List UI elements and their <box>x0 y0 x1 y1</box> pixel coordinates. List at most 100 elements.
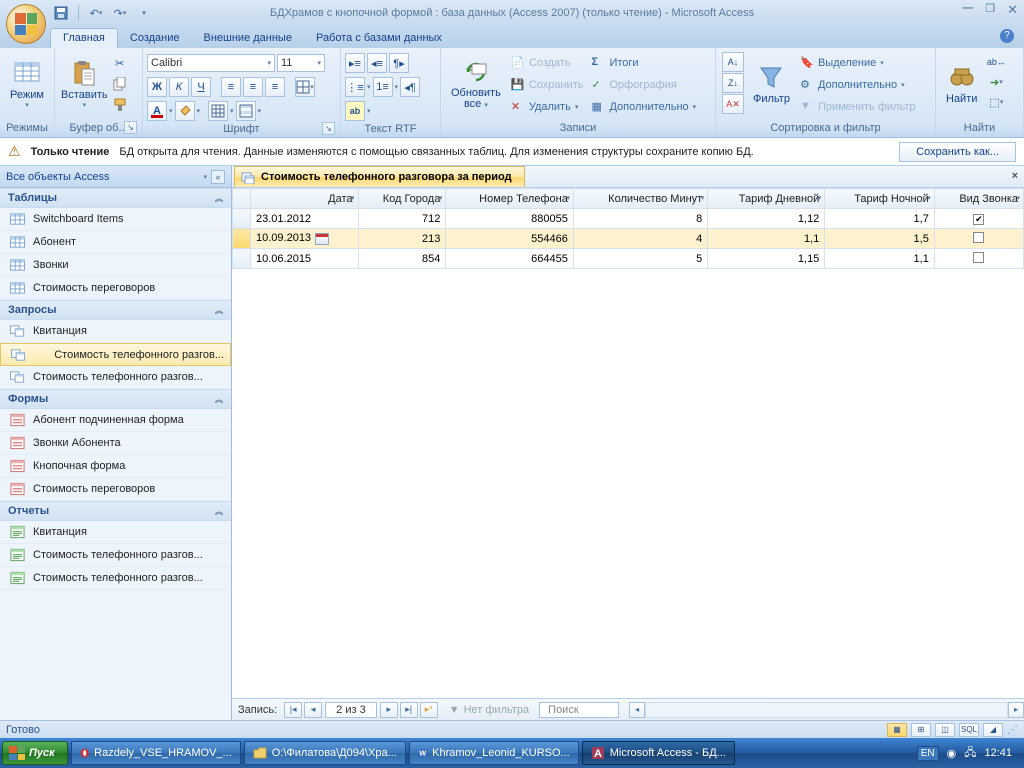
taskbar-button[interactable]: Razdely_VSE_HRAMOV_... <box>71 741 241 765</box>
nav-item[interactable]: Кнопочная форма <box>0 455 231 478</box>
nav-item[interactable]: Стоимость переговоров <box>0 277 231 300</box>
start-button[interactable]: Пуск <box>2 741 68 765</box>
select-icon[interactable]: ⬚ ▾ <box>983 92 1009 112</box>
search-box[interactable]: Поиск <box>539 702 619 718</box>
clock[interactable]: 12:41 <box>984 747 1012 759</box>
select-all-corner[interactable] <box>233 189 251 209</box>
save-icon[interactable] <box>52 4 70 22</box>
cell[interactable]: 1,1 <box>708 229 825 249</box>
cell[interactable]: 10.06.2015 <box>251 249 359 269</box>
cell[interactable]: 5 <box>573 249 707 269</box>
underline-icon[interactable]: Ч <box>191 77 211 97</box>
nav-category[interactable]: Таблицы︽ <box>0 188 231 208</box>
nav-item[interactable]: Абонент <box>0 231 231 254</box>
totals[interactable]: ΣИтоги <box>587 52 700 74</box>
chevron-down-icon[interactable]: ▾ <box>203 173 207 181</box>
nav-item[interactable]: Звонки <box>0 254 231 277</box>
altrow-icon[interactable] <box>236 101 256 121</box>
record-position[interactable]: 2 из 3 <box>325 702 377 718</box>
cell[interactable]: 1,1 <box>825 249 935 269</box>
new-record-icon[interactable]: ▸* <box>420 702 438 718</box>
undo-icon[interactable]: ↶▾ <box>87 4 105 22</box>
row-selector[interactable] <box>233 249 251 269</box>
resize-grip-icon[interactable]: ⋰ <box>1007 723 1018 736</box>
nav-category[interactable]: Формы︽ <box>0 389 231 409</box>
sort-asc-icon[interactable]: A↓ <box>722 52 744 72</box>
bold-icon[interactable]: Ж <box>147 77 167 97</box>
column-header[interactable]: Количество Минут▾ <box>573 189 707 209</box>
nav-item[interactable]: Квитанция <box>0 521 231 544</box>
italic-icon[interactable]: К <box>169 77 189 97</box>
table-row[interactable]: 10.06.201585466445551,151,1 <box>233 249 1024 269</box>
column-header[interactable]: Код Города▾ <box>358 189 446 209</box>
cell[interactable]: 1,5 <box>825 229 935 249</box>
filter-button[interactable]: Фильтр <box>747 50 796 118</box>
gridlines2-icon[interactable] <box>208 101 228 121</box>
cell[interactable]: 554466 <box>446 229 574 249</box>
new-record[interactable]: 📄Создать <box>507 52 588 74</box>
taskbar-button[interactable]: AMicrosoft Access - БД... <box>582 741 735 765</box>
checkbox[interactable]: ✔ <box>973 214 984 225</box>
sort-desc-icon[interactable]: Z↓ <box>722 73 744 93</box>
dialog-launcher-icon[interactable]: ↘ <box>124 121 137 134</box>
first-record-icon[interactable]: |◂ <box>284 702 302 718</box>
cell[interactable]: 1,15 <box>708 249 825 269</box>
ltr-icon[interactable]: ¶▸ <box>389 53 409 73</box>
filter-indicator[interactable]: ▼Нет фильтра <box>449 704 529 716</box>
language-indicator[interactable]: EN <box>917 746 939 761</box>
copy-icon[interactable] <box>110 74 130 94</box>
row-selector[interactable] <box>233 209 251 229</box>
nav-item[interactable]: Стоимость телефонного разгов... <box>0 366 231 389</box>
clear-sort-icon[interactable]: A✕ <box>722 94 744 114</box>
cell[interactable]: ✔ <box>934 209 1023 229</box>
close-tab-icon[interactable]: × <box>1012 170 1018 182</box>
tray-icon[interactable]: ◉ <box>947 747 957 760</box>
highlight-icon[interactable]: ab <box>345 101 365 121</box>
checkbox[interactable] <box>973 252 984 263</box>
cell[interactable]: 880055 <box>446 209 574 229</box>
cell[interactable]: 10.09.2013 <box>251 229 359 249</box>
advanced-filter[interactable]: ⚙Дополнительно ▾ <box>796 74 920 96</box>
checkbox[interactable] <box>973 232 984 243</box>
font-size-select[interactable]: 11▾ <box>277 54 325 72</box>
decrease-indent-icon[interactable]: ◂≡ <box>367 53 387 73</box>
cell[interactable]: 712 <box>358 209 446 229</box>
datasheet-view-btn[interactable]: ▦ <box>887 723 907 737</box>
nav-item[interactable]: Стоимость телефонного разгов... <box>0 567 231 590</box>
gridlines-icon[interactable]: ▾ <box>295 77 315 97</box>
replace-icon[interactable]: ab↔ <box>983 52 1009 72</box>
numbering-icon[interactable]: 1≡ <box>373 77 393 97</box>
nav-item[interactable]: Стоимость телефонного разгов... <box>0 343 231 366</box>
scroll-left-icon[interactable]: ◂ <box>629 702 645 718</box>
goto-icon[interactable]: ➔ ▾ <box>983 72 1009 92</box>
nav-header[interactable]: Все объекты Access ▾« <box>0 166 231 188</box>
nav-category[interactable]: Запросы︽ <box>0 300 231 320</box>
more-records[interactable]: ▦Дополнительно ▾ <box>587 96 700 118</box>
next-record-icon[interactable]: ▸ <box>380 702 398 718</box>
minimize-icon[interactable]: — <box>962 2 973 18</box>
column-header[interactable]: Тариф Дневной▾ <box>708 189 825 209</box>
qat-more-icon[interactable]: ▾ <box>135 4 153 22</box>
align-right-icon[interactable]: ≡ <box>265 77 285 97</box>
save-record[interactable]: 💾Сохранить <box>507 74 588 96</box>
table-row[interactable]: 23.01.201271288005581,121,7✔ <box>233 209 1024 229</box>
horizontal-scrollbar[interactable]: ◂ ▸ <box>629 702 1024 718</box>
office-button[interactable] <box>6 4 46 44</box>
spelling[interactable]: ✓Орфография <box>587 74 700 96</box>
bullets-icon[interactable]: ⋮≡ <box>345 77 365 97</box>
save-as-button[interactable]: Сохранить как... <box>899 142 1016 162</box>
nav-item[interactable]: Звонки Абонента <box>0 432 231 455</box>
cell[interactable]: 213 <box>358 229 446 249</box>
datepicker-icon[interactable] <box>315 233 329 245</box>
column-header[interactable]: Тариф Ночной▾ <box>825 189 935 209</box>
sql-view-btn[interactable]: SQL <box>959 723 979 737</box>
cell[interactable]: 4 <box>573 229 707 249</box>
tab-create[interactable]: Создание <box>118 29 192 48</box>
align-left-icon[interactable]: ≡ <box>221 77 241 97</box>
rtl-icon[interactable]: ◂¶ <box>400 77 420 97</box>
selection-filter[interactable]: 🔖Выделение ▾ <box>796 52 920 74</box>
data-grid[interactable]: Дата▾Код Города▾Номер Телефона▾Количеств… <box>232 188 1024 269</box>
find-button[interactable]: Найти <box>940 50 983 118</box>
table-row[interactable]: 10.09.201321355446641,11,5 <box>233 229 1024 249</box>
nav-item[interactable]: Стоимость переговоров <box>0 478 231 501</box>
